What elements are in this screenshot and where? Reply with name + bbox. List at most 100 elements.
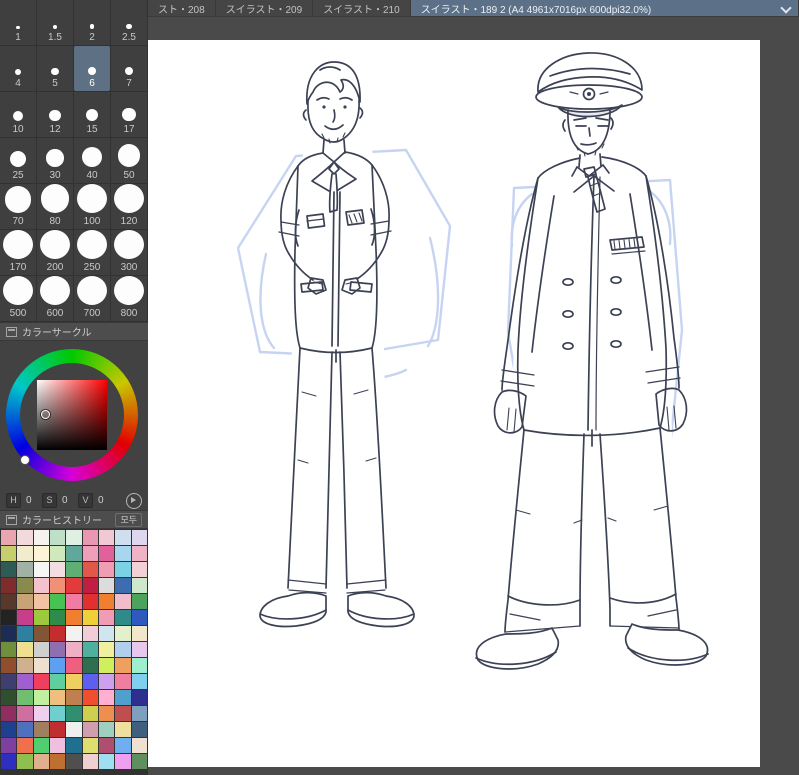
color-swatch[interactable]	[115, 530, 131, 545]
color-swatch[interactable]	[1, 626, 17, 641]
color-swatch[interactable]	[131, 594, 147, 609]
color-swatch[interactable]	[131, 562, 147, 577]
brush-size-cell[interactable]: 300	[111, 230, 147, 275]
brush-size-cell[interactable]: 50	[111, 138, 147, 183]
color-swatch[interactable]	[33, 706, 49, 721]
color-swatch[interactable]	[115, 578, 131, 593]
brush-size-cell[interactable]: 700	[74, 276, 110, 321]
brush-size-cell[interactable]: 7	[111, 46, 147, 91]
color-swatch[interactable]	[115, 738, 131, 753]
color-swatch[interactable]	[82, 690, 98, 705]
color-swatch[interactable]	[98, 738, 115, 753]
color-swatch[interactable]	[131, 690, 147, 705]
color-swatch[interactable]	[131, 610, 147, 625]
brush-size-cell[interactable]: 4	[0, 46, 36, 91]
color-swatch[interactable]	[66, 610, 82, 625]
brush-size-cell[interactable]: 6	[74, 46, 110, 91]
color-swatch[interactable]	[115, 754, 131, 769]
brush-size-cell[interactable]: 2.5	[111, 0, 147, 45]
color-swatch[interactable]	[17, 610, 33, 625]
brush-size-cell[interactable]: 12	[37, 92, 73, 137]
color-swatch[interactable]	[33, 530, 49, 545]
brush-size-cell[interactable]: 1	[0, 0, 36, 45]
document-tab[interactable]: スイラスト・209	[216, 0, 314, 16]
color-swatch[interactable]	[49, 706, 66, 721]
color-swatch[interactable]	[66, 562, 82, 577]
color-swatch[interactable]	[66, 754, 82, 769]
color-swatch[interactable]	[17, 578, 33, 593]
brush-size-cell[interactable]: 40	[74, 138, 110, 183]
hue-ring[interactable]	[6, 349, 138, 481]
color-swatch[interactable]	[66, 642, 82, 657]
color-swatch[interactable]	[115, 706, 131, 721]
brush-size-cell[interactable]: 25	[0, 138, 36, 183]
color-swatch[interactable]	[1, 738, 17, 753]
color-swatch[interactable]	[115, 610, 131, 625]
color-swatch[interactable]	[98, 690, 115, 705]
color-swatch[interactable]	[115, 562, 131, 577]
color-swatch[interactable]	[49, 658, 66, 673]
document-tab[interactable]: スイラスト・210	[313, 0, 411, 16]
color-swatch[interactable]	[49, 642, 66, 657]
color-swatch[interactable]	[98, 610, 115, 625]
color-swatch[interactable]	[98, 594, 115, 609]
brush-size-cell[interactable]: 2	[74, 0, 110, 45]
value-value[interactable]: 0	[98, 495, 106, 506]
color-swatch[interactable]	[17, 658, 33, 673]
color-swatch[interactable]	[82, 546, 98, 561]
color-swatch[interactable]	[98, 722, 115, 737]
color-swatch[interactable]	[115, 722, 131, 737]
color-swatch[interactable]	[66, 626, 82, 641]
color-swatch[interactable]	[49, 754, 66, 769]
color-swatch[interactable]	[82, 610, 98, 625]
color-swatch[interactable]	[66, 658, 82, 673]
color-swatch[interactable]	[131, 738, 147, 753]
color-swatch[interactable]	[82, 722, 98, 737]
color-swatch[interactable]	[115, 626, 131, 641]
document-tab[interactable]: スイラスト・189 2 (A4 4961x7016px 600dpi32.0%)	[410, 0, 799, 16]
color-swatch[interactable]	[98, 642, 115, 657]
color-swatch[interactable]	[131, 658, 147, 673]
brush-size-cell[interactable]: 30	[37, 138, 73, 183]
color-swatch[interactable]	[1, 594, 17, 609]
color-swatch[interactable]	[98, 658, 115, 673]
color-swatch[interactable]	[17, 706, 33, 721]
color-swatch[interactable]	[66, 690, 82, 705]
color-swatch[interactable]	[82, 530, 98, 545]
color-swatch[interactable]	[17, 562, 33, 577]
brush-size-cell[interactable]: 250	[74, 230, 110, 275]
color-swatch[interactable]	[33, 642, 49, 657]
color-swatch[interactable]	[33, 562, 49, 577]
color-swatch[interactable]	[115, 594, 131, 609]
color-swatch[interactable]	[17, 594, 33, 609]
canvas[interactable]	[148, 40, 760, 767]
color-swatch[interactable]	[98, 578, 115, 593]
brush-size-cell[interactable]: 500	[0, 276, 36, 321]
color-swatch[interactable]	[131, 642, 147, 657]
color-swatch[interactable]	[1, 546, 17, 561]
color-swatch[interactable]	[17, 642, 33, 657]
color-swatch[interactable]	[66, 706, 82, 721]
brush-size-cell[interactable]: 1.5	[37, 0, 73, 45]
brush-size-cell[interactable]: 10	[0, 92, 36, 137]
color-swatch[interactable]	[131, 754, 147, 769]
color-swatch[interactable]	[131, 546, 147, 561]
color-swatch[interactable]	[17, 674, 33, 689]
brush-size-cell[interactable]: 5	[37, 46, 73, 91]
color-swatch[interactable]	[17, 738, 33, 753]
color-swatch[interactable]	[66, 722, 82, 737]
color-swatch[interactable]	[115, 690, 131, 705]
color-swatch[interactable]	[1, 690, 17, 705]
brush-size-cell[interactable]: 200	[37, 230, 73, 275]
color-swatch[interactable]	[82, 738, 98, 753]
color-swatch[interactable]	[49, 626, 66, 641]
color-swatch[interactable]	[66, 578, 82, 593]
color-swatch[interactable]	[33, 546, 49, 561]
color-swatch[interactable]	[1, 722, 17, 737]
color-swatch[interactable]	[82, 658, 98, 673]
color-swatch[interactable]	[17, 530, 33, 545]
color-swatch[interactable]	[49, 546, 66, 561]
color-swatch[interactable]	[49, 610, 66, 625]
sv-indicator[interactable]	[41, 410, 50, 419]
color-swatch[interactable]	[49, 690, 66, 705]
